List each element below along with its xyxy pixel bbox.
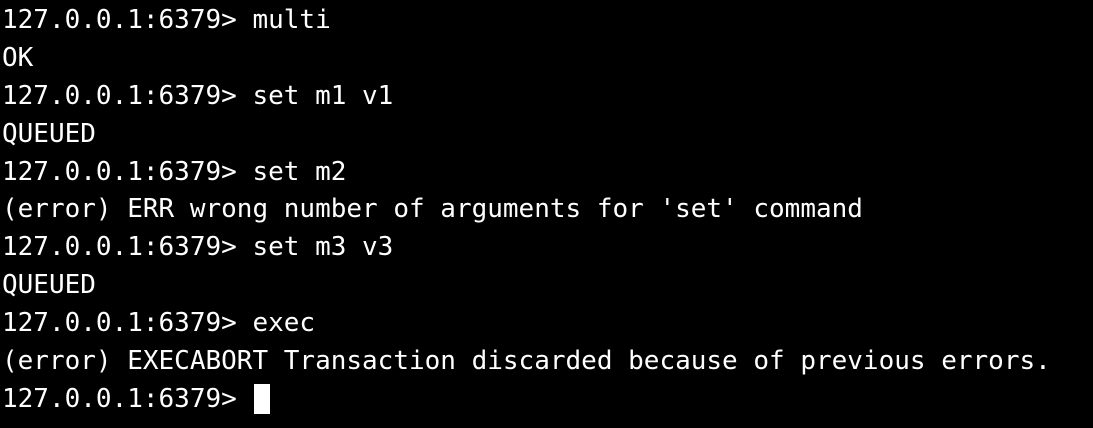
terminal-line-error: (error) EXECABORT Transaction discarded … bbox=[2, 346, 1051, 377]
terminal-line-prompt: 127.0.0.1:6379> exec bbox=[2, 305, 1093, 343]
command-text: set m1 v1 bbox=[252, 80, 394, 111]
prompt-text: 127.0.0.1:6379> bbox=[2, 232, 253, 263]
terminal-line-output: QUEUED bbox=[2, 118, 96, 149]
prompt-text: 127.0.0.1:6379> bbox=[2, 308, 253, 339]
prompt-text: 127.0.0.1:6379> bbox=[2, 156, 253, 187]
prompt-text: 127.0.0.1:6379> bbox=[2, 383, 253, 414]
terminal-line-prompt: 127.0.0.1:6379> set m1 v1 bbox=[2, 78, 1093, 116]
terminal-line-error: (error) ERR wrong number of arguments fo… bbox=[2, 194, 863, 225]
command-text: exec bbox=[252, 308, 316, 339]
command-text: multi bbox=[252, 5, 331, 35]
terminal-window[interactable]: 127.0.0.1:6379> multi OK 127.0.0.1:6379>… bbox=[0, 0, 1093, 428]
text-cursor bbox=[254, 384, 271, 415]
terminal-line-active-prompt[interactable]: 127.0.0.1:6379> bbox=[2, 381, 1093, 419]
command-text: set m3 v3 bbox=[252, 232, 394, 263]
prompt-text: 127.0.0.1:6379> bbox=[2, 5, 253, 35]
terminal-line-prompt: 127.0.0.1:6379> multi bbox=[2, 2, 1093, 40]
terminal-line-prompt: 127.0.0.1:6379> set m2 bbox=[2, 154, 1093, 192]
command-text: set m2 bbox=[252, 156, 347, 187]
terminal-line-output: OK bbox=[2, 42, 34, 73]
terminal-line-output: QUEUED bbox=[2, 270, 96, 301]
terminal-line-prompt: 127.0.0.1:6379> set m3 v3 bbox=[2, 229, 1093, 267]
prompt-text: 127.0.0.1:6379> bbox=[2, 80, 253, 111]
